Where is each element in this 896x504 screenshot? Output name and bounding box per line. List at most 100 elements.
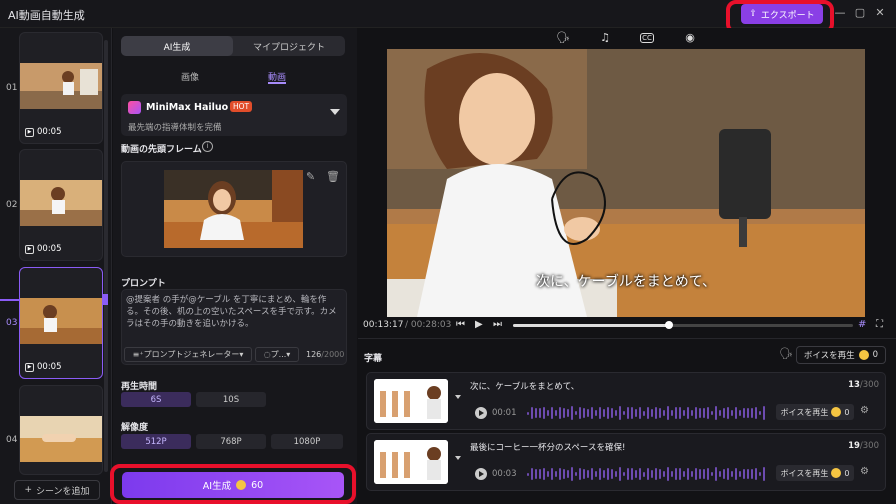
export-button[interactable]: ⇪ エクスポート [741,4,823,24]
prompt-generator-button[interactable]: ≡⁺ プロンプトジェネレーター ▾ [124,347,252,362]
voice-icon[interactable]: 🗣 [556,31,570,45]
subtitle-count-max: /300 [859,441,879,451]
duration-option-10s[interactable]: 10S [196,392,266,407]
waveform-bar [547,470,549,478]
play-voice-button[interactable]: ボイスを再生 0 [796,346,886,364]
delete-icon[interactable]: 🗑 [326,170,340,183]
waveform-bar [699,408,701,418]
add-scene-button[interactable]: + シーンを追加 [14,480,100,500]
waveform-bar [543,407,545,419]
video-subtitle: 次に、ケーブルをまとめて、 [535,274,717,290]
maximize-icon[interactable]: ▢ [853,6,867,20]
waveform-bar [743,468,745,480]
resolution-option-768p[interactable]: 768P [196,434,266,449]
add-scene-label: シーンを追加 [35,486,90,497]
subtitle-thumbnail [374,379,448,423]
waveform-bar [715,467,717,481]
waveform-bar [663,410,665,416]
waveform-bar [739,409,741,417]
scene-thumbnail [20,63,102,109]
char-count-value: 126 [306,350,322,359]
coin-icon [831,468,842,478]
grid-icon[interactable]: # [858,319,866,330]
subtitle-text[interactable]: 最後にコーヒー一杯分のスペースを確保! [470,441,625,453]
ai-generate-button[interactable]: AI生成 60 [122,472,344,498]
waveform-bar [559,406,561,420]
scene-card-01[interactable]: ▶ 00:05 [19,32,103,144]
fullscreen-icon[interactable]: ⛶ [876,319,883,330]
scene-scrollbar[interactable] [104,40,108,472]
play-voice-button[interactable]: ボイスを再生 0 [776,465,854,481]
waveform-bar [595,471,597,477]
export-label: エクスポート [760,10,815,21]
play-voice-label: ボイスを再生 [780,407,829,417]
edit-icon[interactable]: ✎ [306,170,315,183]
resolution-option-1080p[interactable]: 1080P [271,434,343,449]
plus-icon: + [24,485,32,495]
next-icon[interactable]: ⏭ [493,319,502,330]
waveform-bar [691,410,693,416]
tab-underline [268,82,286,84]
gear-icon[interactable]: ⚙ [860,466,869,477]
waveform-bar [655,407,657,419]
waveform-bar [611,407,613,419]
tab-ai-generate[interactable]: AI生成 [121,36,233,56]
scene-card-03[interactable]: ▶ 00:05 [19,267,103,379]
waveform-bar [623,410,625,416]
subtitle-item[interactable]: 次に、ケーブルをまとめて、 13/300 00:01 ボイスを再生 0 ⚙ [366,372,886,430]
waveform-bar [595,410,597,416]
scene-thumbnail [20,416,102,462]
subtitle-text[interactable]: 次に、ケーブルをまとめて、 [470,380,579,392]
subtitle-thumbnail [374,440,448,484]
chevron-down-icon[interactable] [455,456,461,460]
play-voice-label: ボイスを再生 [780,468,829,478]
model-logo-icon [128,101,141,114]
voice-icon[interactable]: 🗣 [779,347,793,360]
play-icon[interactable] [475,407,487,419]
waveform-bar [527,472,529,476]
scene-duration: ▶ 00:05 [25,244,62,254]
waveform-bar [687,467,689,481]
waveform-bar [751,469,753,479]
chevron-down-icon[interactable] [455,395,461,399]
scene-card-04[interactable] [19,385,103,475]
waveform-bar [607,468,609,480]
minimize-icon[interactable]: — [833,6,847,20]
waveform-bar [559,467,561,481]
play-icon[interactable] [475,468,487,480]
waveform-bar [743,407,745,419]
subtitle-item[interactable]: 最後にコーヒー一杯分のスペースを確保! 19/300 00:03 ボイスを再生 0… [366,433,886,491]
avatar-icon[interactable]: ◉ [683,31,697,45]
music-icon[interactable]: ♫ [598,31,612,45]
waveform-bar [691,471,693,477]
info-icon[interactable]: i [202,141,213,152]
play-voice-label: ボイスを再生 [803,351,855,361]
play-icon[interactable]: ▶ [475,319,483,330]
chevron-down-icon: ▾ [239,350,244,359]
scene-thumbnail [20,180,102,226]
previous-icon[interactable]: ⏮ [456,319,465,330]
tab-my-project[interactable]: マイプロジェクト [233,36,345,56]
waveform-bar [647,407,649,419]
waveform-bar [635,409,637,417]
tab-image[interactable]: 画像 [181,70,199,83]
cc-icon[interactable]: CC [640,33,654,43]
scene-card-02[interactable]: ▶ 00:05 [19,149,103,261]
close-icon[interactable]: ✕ [873,6,887,20]
waveform-bar [643,410,645,416]
waveform-bar [747,407,749,419]
play-voice-button[interactable]: ボイスを再生 0 [776,404,854,420]
chevron-down-icon[interactable] [330,109,340,115]
waveform-bar [619,406,621,420]
waveform-bar [735,467,737,481]
waveform-bar [755,468,757,480]
waveform-bar [675,407,677,419]
waveform-bar [627,468,629,480]
waveform-bar [667,467,669,481]
duration-option-6s[interactable]: 6S [121,392,191,407]
prompt-preset-button[interactable]: ◌ プ... ▾ [255,347,299,362]
resolution-option-512p[interactable]: 512P [121,434,191,449]
gear-icon[interactable]: ⚙ [860,405,869,416]
waveform-bar [687,406,689,420]
waveform-bar [763,467,765,481]
